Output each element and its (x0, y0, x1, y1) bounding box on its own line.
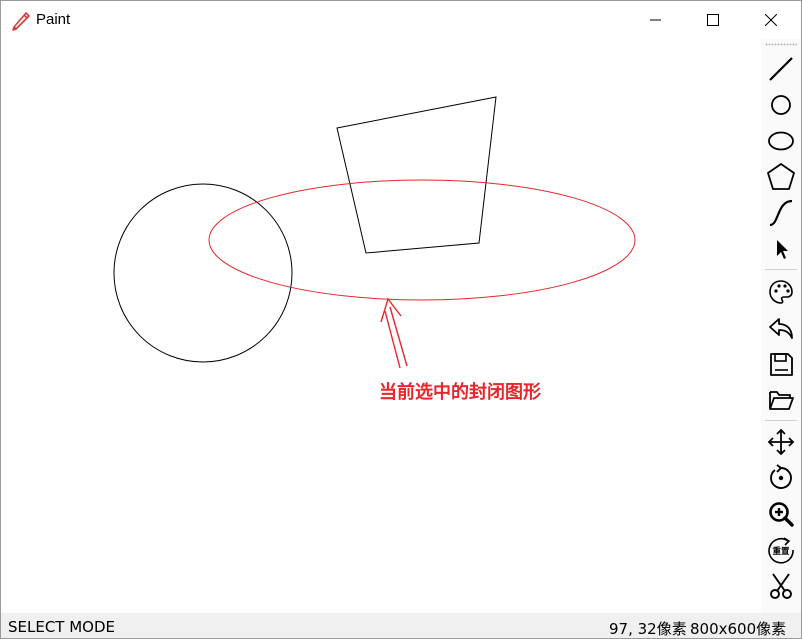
reset-label: 重置 (772, 546, 790, 557)
palette-button[interactable] (765, 276, 797, 308)
pencil-eraser-icon (10, 9, 32, 31)
ellipse-tool-icon (767, 127, 795, 155)
curve-tool-icon (767, 199, 795, 227)
undo-button[interactable] (765, 312, 797, 344)
reset-icon: 重置 (766, 535, 796, 565)
close-button[interactable] (748, 1, 794, 39)
selected-ellipse-shape[interactable] (208, 179, 636, 301)
maximize-button[interactable] (690, 1, 736, 39)
undo-icon (767, 314, 795, 342)
minimize-icon (650, 14, 662, 26)
toolbar-separator (765, 269, 797, 270)
open-folder-icon (767, 386, 795, 414)
close-icon (765, 14, 777, 26)
line-tool-button[interactable] (765, 53, 797, 85)
select-tool-icon (769, 237, 793, 261)
reset-button[interactable]: 重置 (765, 534, 797, 566)
line-tool-icon (767, 55, 795, 83)
quadrilateral-shape[interactable] (336, 96, 497, 254)
zoom-in-icon (767, 500, 795, 528)
polygon-tool-button[interactable] (765, 161, 797, 193)
status-canvas-size: 800x600像素 (690, 620, 787, 638)
annotation-arrow (380, 297, 408, 369)
rotate-button[interactable] (765, 462, 797, 494)
circle-tool-icon (767, 91, 795, 119)
minimize-button[interactable] (633, 1, 679, 39)
cut-icon (767, 572, 795, 600)
select-tool-button[interactable] (765, 233, 797, 265)
ellipse-tool-button[interactable] (765, 125, 797, 157)
palette-icon (767, 278, 795, 306)
circle-tool-button[interactable] (765, 89, 797, 121)
move-button[interactable] (765, 426, 797, 458)
title-bar[interactable]: Paint (1, 1, 801, 39)
zoom-in-button[interactable] (765, 498, 797, 530)
open-folder-button[interactable] (765, 384, 797, 416)
save-button[interactable] (765, 348, 797, 380)
move-icon (767, 428, 795, 456)
drawing-canvas[interactable]: 当前选中的封闭图形 (1, 39, 761, 613)
maximize-icon (707, 14, 719, 26)
window-title: Paint (36, 11, 71, 28)
save-icon (767, 350, 795, 378)
status-mode: SELECT MODE (8, 618, 116, 636)
status-bar: SELECT MODE 97, 32像素 800x600像素 (1, 613, 801, 638)
curve-tool-button[interactable] (765, 197, 797, 229)
tool-sidebar: 重置 (761, 39, 801, 613)
polygon-tool-icon (766, 162, 796, 192)
circle-shape[interactable] (113, 183, 293, 363)
annotation-label: 当前选中的封闭图形 (379, 382, 541, 403)
status-cursor-coords: 97, 32像素 (609, 620, 687, 638)
paint-window: Paint 当前选中的封闭图形 重置 SELECT MODE 97, 32像素 … (0, 0, 802, 639)
cut-button[interactable] (765, 570, 797, 602)
toolbar-grip[interactable] (765, 43, 797, 46)
toolbar-separator (765, 420, 797, 421)
rotate-icon (767, 464, 795, 492)
